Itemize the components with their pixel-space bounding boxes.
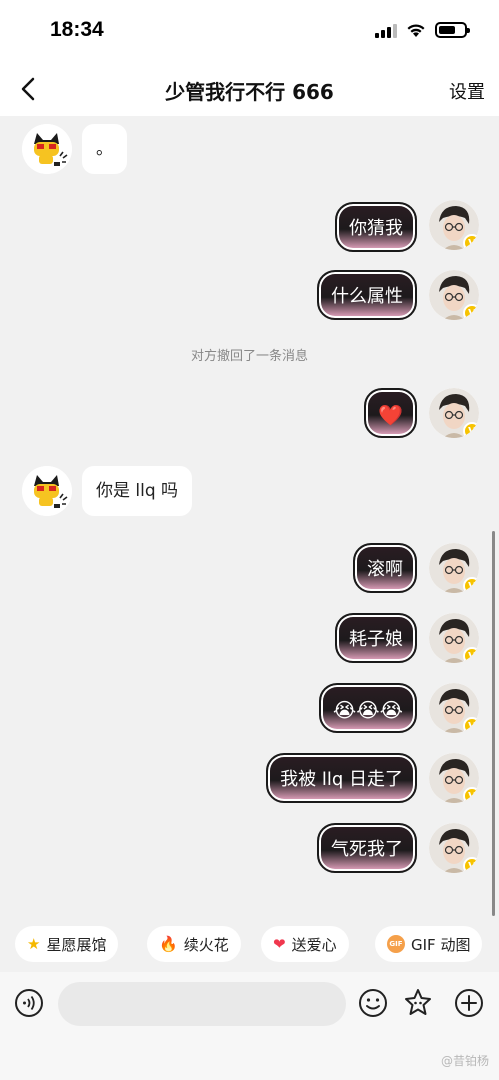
- wifi-icon: [407, 23, 425, 37]
- chip-label: 星愿展馆: [46, 935, 107, 954]
- message-row: 。: [0, 120, 499, 176]
- gif-icon: GIF: [387, 935, 405, 953]
- my-avatar[interactable]: V: [429, 753, 479, 803]
- message-bubble[interactable]: 你是 llq 吗: [82, 466, 193, 516]
- my-avatar[interactable]: V: [429, 683, 479, 733]
- scrollbar[interactable]: [492, 531, 495, 916]
- message-bubble[interactable]: 耗子娘: [335, 613, 417, 663]
- chat-message-list[interactable]: 。 你猜我 V 什么属性 V 对方撤回了一条消息 ❤️ V 你是 llq 吗 滚…: [0, 116, 499, 922]
- quick-action-bar: ★ 星愿展馆 🔥 续火花 ❤ 送爱心 GIF GIF 动图: [0, 922, 499, 972]
- message-bubble[interactable]: 什么属性: [317, 270, 417, 320]
- voice-input-icon[interactable]: [14, 988, 44, 1018]
- chip-label: 续火花: [183, 935, 229, 954]
- recall-notice: 对方撤回了一条消息: [190, 349, 308, 364]
- settings-button[interactable]: 设置: [449, 78, 485, 104]
- star-icon: ★: [27, 935, 41, 953]
- emoji-icon[interactable]: [358, 988, 388, 1018]
- message-row: 耗子娘 V: [0, 609, 499, 669]
- message-bubble[interactable]: ❤️: [364, 388, 417, 438]
- watermark: @昔铂杨: [440, 1054, 489, 1068]
- chip-label: 送爱心: [291, 935, 337, 954]
- status-time: 18:34: [50, 18, 104, 41]
- message-row: 气死我了 V: [0, 819, 499, 879]
- verified-badge-icon: V: [463, 647, 479, 663]
- message-row: 什么属性 V: [0, 266, 499, 326]
- my-avatar[interactable]: V: [429, 613, 479, 663]
- verified-badge-icon: V: [463, 787, 479, 803]
- fire-icon: 🔥: [159, 935, 178, 953]
- chat-header: 少管我行不行 666 设置: [0, 64, 499, 116]
- verified-badge-icon: V: [463, 857, 479, 873]
- my-avatar[interactable]: V: [429, 388, 479, 438]
- verified-badge-icon: V: [463, 422, 479, 438]
- chip-star-gallery[interactable]: ★ 星愿展馆: [15, 926, 119, 962]
- message-bubble[interactable]: 你猜我: [335, 202, 417, 252]
- message-row: 😭😭😭 V: [0, 679, 499, 739]
- message-row: ❤️ V: [0, 384, 499, 444]
- contact-avatar[interactable]: [22, 466, 72, 516]
- message-bubble[interactable]: 滚啊: [353, 543, 417, 593]
- my-avatar[interactable]: V: [429, 823, 479, 873]
- message-bubble[interactable]: 我被 llq 日走了: [266, 753, 417, 803]
- chat-title: 少管我行不行 666: [165, 80, 334, 104]
- chip-send-heart[interactable]: ❤ 送爱心: [261, 926, 349, 962]
- verified-badge-icon: V: [463, 717, 479, 733]
- message-row: 我被 llq 日走了 V: [0, 749, 499, 809]
- verified-badge-icon: V: [463, 577, 479, 593]
- chip-label: GIF 动图: [411, 935, 471, 954]
- message-input-bar: @昔铂杨: [0, 972, 499, 1080]
- chip-gif[interactable]: GIF GIF 动图: [375, 926, 483, 962]
- plus-icon[interactable]: [454, 988, 484, 1018]
- message-row: 滚啊 V: [0, 539, 499, 599]
- contact-avatar[interactable]: [22, 124, 72, 174]
- message-row: 你是 llq 吗: [0, 462, 499, 518]
- message-bubble[interactable]: 😭😭😭: [318, 683, 417, 733]
- status-icons: [375, 22, 470, 38]
- chip-keep-spark[interactable]: 🔥 续火花: [147, 926, 241, 962]
- message-bubble[interactable]: 。: [82, 124, 127, 174]
- my-avatar[interactable]: V: [429, 270, 479, 320]
- verified-badge-icon: V: [463, 234, 479, 250]
- message-bubble[interactable]: 气死我了: [317, 823, 417, 873]
- my-avatar[interactable]: V: [429, 200, 479, 250]
- battery-icon: [435, 22, 470, 38]
- cellular-signal-icon: [375, 22, 397, 38]
- sticker-icon[interactable]: [403, 988, 433, 1018]
- heart-icon: ❤: [273, 935, 286, 953]
- message-input[interactable]: [58, 982, 346, 1026]
- status-bar: 18:34: [0, 0, 499, 64]
- verified-badge-icon: V: [463, 304, 479, 320]
- my-avatar[interactable]: V: [429, 543, 479, 593]
- message-row: 你猜我 V: [0, 196, 499, 256]
